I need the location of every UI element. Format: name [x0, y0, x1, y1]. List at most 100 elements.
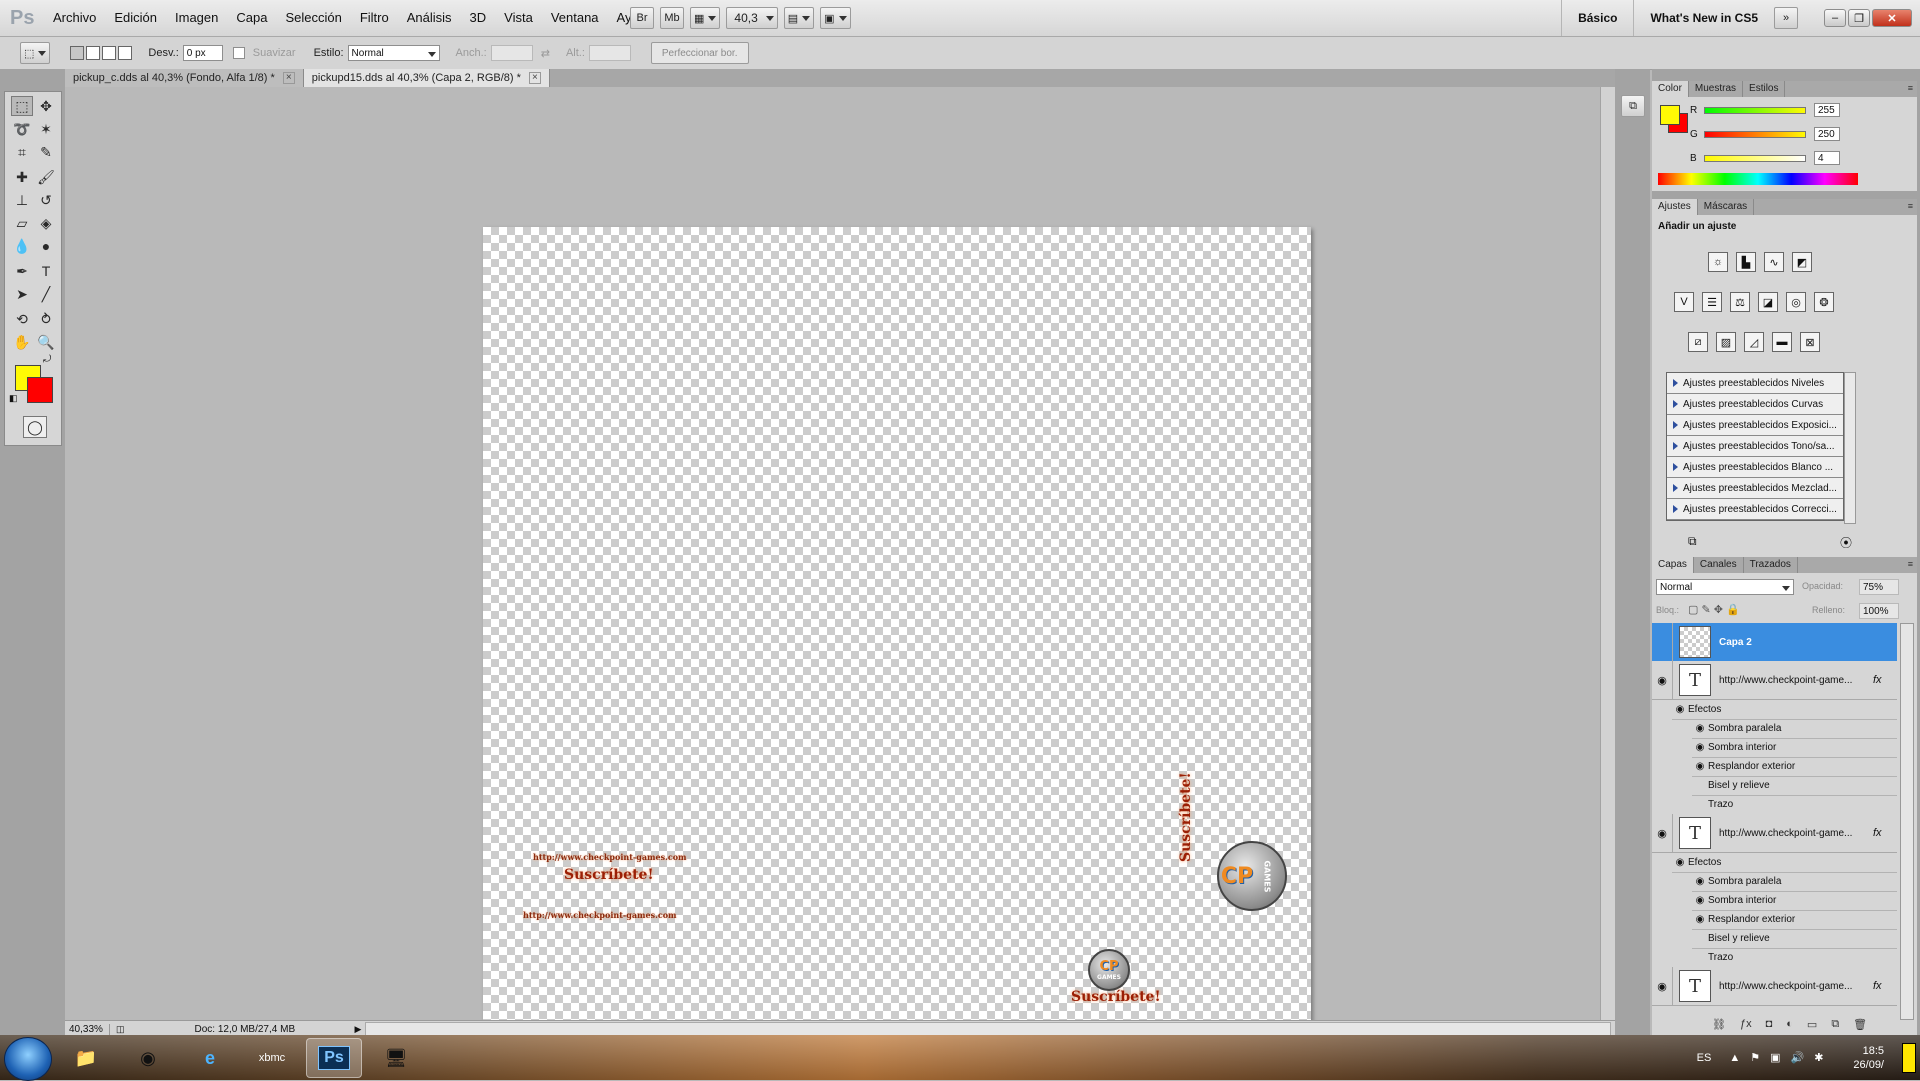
move-tool[interactable]: ✥: [35, 96, 57, 116]
menu-seleccion[interactable]: Selección: [276, 0, 350, 36]
3d-rotate-tool[interactable]: ⟲: [11, 309, 33, 329]
xbmc-taskbar-button[interactable]: xbmc: [244, 1038, 300, 1078]
explorer-taskbar-button[interactable]: 📁: [58, 1038, 114, 1078]
color-balance-icon[interactable]: ⚖: [1730, 292, 1750, 312]
status-menu-arrow-icon[interactable]: ▶: [355, 1024, 362, 1035]
path-selection-tool[interactable]: ➤: [11, 284, 33, 304]
paint-bucket-tool[interactable]: ◈: [35, 213, 57, 233]
effect-drop-shadow[interactable]: ◉ Sombra paralela: [1692, 872, 1897, 892]
tab-ajustes[interactable]: Ajustes: [1652, 199, 1698, 215]
black-white-icon[interactable]: ◪: [1758, 292, 1778, 312]
eye-icon[interactable]: ◉: [1692, 723, 1708, 734]
effect-bevel[interactable]: Bisel y relieve: [1692, 776, 1897, 796]
preset-levels[interactable]: Ajustes preestablecidos Niveles: [1667, 373, 1843, 394]
language-indicator[interactable]: ES: [1697, 1052, 1712, 1064]
eye-icon[interactable]: ◉: [1692, 742, 1708, 753]
curves-icon[interactable]: ∿: [1764, 252, 1784, 272]
hue-saturation-icon[interactable]: ☰: [1702, 292, 1722, 312]
eye-icon[interactable]: ◉: [1692, 895, 1708, 906]
preset-selective-color[interactable]: Ajustes preestablecidos Correcci...: [1667, 499, 1843, 520]
start-button[interactable]: [4, 1037, 52, 1081]
close-window-button[interactable]: ✕: [1872, 9, 1912, 27]
blue-slider[interactable]: [1704, 154, 1806, 162]
ie-taskbar-button[interactable]: e: [182, 1038, 238, 1078]
photo-filter-icon[interactable]: ◎: [1786, 292, 1806, 312]
eye-icon[interactable]: ◉: [1672, 704, 1688, 715]
intersect-selection-mode[interactable]: [118, 46, 133, 60]
blur-tool[interactable]: 💧: [11, 236, 33, 256]
layer-text-1[interactable]: ◉ T http://www.checkpoint-game... fx: [1652, 661, 1897, 700]
show-desktop-button[interactable]: [1902, 1042, 1916, 1073]
menu-ventana[interactable]: Ventana: [542, 0, 608, 36]
tab-pickupd15[interactable]: pickupd15.dds al 40,3% (Capa 2, RGB/8) *…: [303, 69, 550, 87]
menu-archivo[interactable]: Archivo: [44, 0, 105, 36]
screen-mode-button[interactable]: ▣: [820, 7, 851, 29]
red-slider[interactable]: [1704, 106, 1806, 114]
eye-icon[interactable]: ◉: [1692, 914, 1708, 925]
channel-mixer-icon[interactable]: ❂: [1814, 292, 1834, 312]
blend-mode-select[interactable]: Normal: [1656, 579, 1794, 595]
layer-capa-2[interactable]: Capa 2: [1652, 623, 1897, 662]
close-icon[interactable]: ×: [528, 72, 541, 84]
posterize-icon[interactable]: ▨: [1716, 332, 1736, 352]
layer-text-3[interactable]: ◉ T http://www.checkpoint-game... fx: [1652, 967, 1897, 1006]
more-workspaces-button[interactable]: »: [1774, 7, 1798, 29]
selective-color-icon[interactable]: ⊠: [1800, 332, 1820, 352]
preset-curves[interactable]: Ajustes preestablecidos Curvas: [1667, 394, 1843, 415]
workspace-basic[interactable]: Básico: [1561, 0, 1633, 36]
levels-icon[interactable]: ▙: [1736, 252, 1756, 272]
preset-exposure[interactable]: Ajustes preestablecidos Exposici...: [1667, 415, 1843, 436]
width-input[interactable]: [490, 45, 533, 61]
refine-edge-button[interactable]: Perfeccionar bor.: [650, 42, 749, 64]
status-icon[interactable]: ◫: [116, 1024, 125, 1035]
menu-imagen[interactable]: Imagen: [166, 0, 227, 36]
tab-muestras[interactable]: Muestras: [1689, 81, 1744, 97]
effect-stroke[interactable]: Trazo: [1692, 795, 1897, 815]
tab-mascaras[interactable]: Máscaras: [1698, 199, 1755, 215]
minibridge-button[interactable]: Mb: [660, 7, 684, 29]
eye-icon[interactable]: ◉: [1652, 967, 1673, 1005]
exposure-icon[interactable]: ◩: [1792, 252, 1812, 272]
fx-icon[interactable]: fx: [1873, 674, 1882, 686]
healing-brush-tool[interactable]: ✚: [11, 167, 33, 187]
antialias-checkbox[interactable]: [232, 47, 245, 59]
lasso-tool[interactable]: ➰: [11, 119, 33, 139]
panel-menu-icon[interactable]: ≡: [1908, 83, 1913, 93]
presets-scrollbar[interactable]: [1844, 372, 1856, 524]
brush-tool[interactable]: 🖌: [35, 167, 57, 187]
tab-estilos[interactable]: Estilos: [1743, 81, 1786, 97]
style-select[interactable]: Normal: [347, 45, 440, 61]
visibility-toggle-icon[interactable]: ⦿: [1840, 534, 1852, 551]
effects-group[interactable]: ◉ Efectos: [1672, 853, 1897, 873]
new-selection-mode[interactable]: [70, 46, 85, 60]
layers-scrollbar[interactable]: [1900, 623, 1914, 1020]
tool-preset-picker[interactable]: ⬚: [20, 42, 51, 64]
height-input[interactable]: [588, 45, 631, 61]
menu-analisis[interactable]: Análisis: [398, 0, 461, 36]
threshold-icon[interactable]: ◿: [1744, 332, 1764, 352]
close-icon[interactable]: ×: [282, 72, 295, 84]
clip-to-layer-icon[interactable]: ⧉: [1688, 534, 1697, 549]
preset-black-white[interactable]: Ajustes preestablecidos Blanco ...: [1667, 457, 1843, 478]
tab-capas[interactable]: Capas: [1652, 557, 1694, 573]
fill-input[interactable]: 100%: [1859, 603, 1899, 619]
effect-bevel[interactable]: Bisel y relieve: [1692, 929, 1897, 949]
eye-icon[interactable]: ◉: [1692, 876, 1708, 887]
eye-icon[interactable]: ◉: [1672, 857, 1688, 868]
volume-icon[interactable]: 🔊: [1790, 1051, 1804, 1064]
menu-3d[interactable]: 3D: [461, 0, 496, 36]
opacity-input[interactable]: 75%: [1859, 579, 1899, 595]
chrome-taskbar-button[interactable]: ◉: [120, 1038, 176, 1078]
default-colors-icon[interactable]: ◧: [9, 393, 18, 404]
quick-mask-button[interactable]: ◯: [23, 416, 47, 438]
vertical-scrollbar[interactable]: [1600, 87, 1616, 1020]
fx-icon[interactable]: fx: [1873, 827, 1882, 839]
tab-canales[interactable]: Canales: [1694, 557, 1744, 573]
menu-capa[interactable]: Capa: [227, 0, 276, 36]
menu-vista[interactable]: Vista: [495, 0, 542, 36]
tab-color[interactable]: Color: [1652, 81, 1689, 97]
add-mask-icon[interactable]: ◘: [1766, 1018, 1773, 1034]
preset-channel-mixer[interactable]: Ajustes preestablecidos Mezclad...: [1667, 478, 1843, 499]
background-color-swatch[interactable]: [27, 377, 53, 403]
status-zoom[interactable]: 40,33%: [65, 1023, 110, 1035]
